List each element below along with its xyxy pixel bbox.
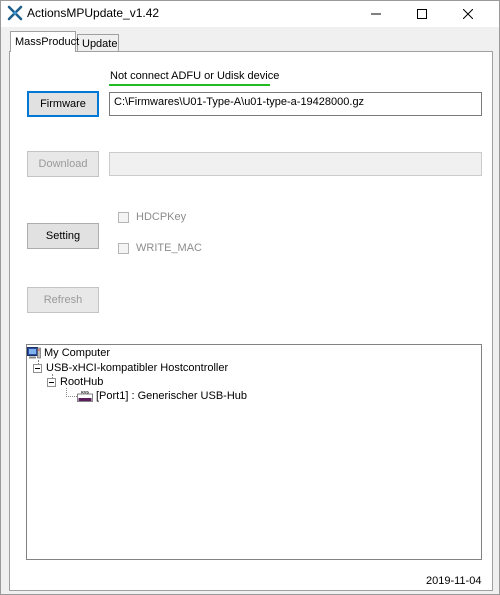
- close-icon: [463, 9, 473, 19]
- tab-update[interactable]: Update: [77, 34, 119, 52]
- tree-item-my-computer[interactable]: My Computer: [27, 346, 110, 360]
- build-date: 2019-11-04: [426, 575, 482, 587]
- svg-text:KVb: KVb: [81, 391, 89, 395]
- computer-icon: [27, 347, 41, 359]
- minimize-icon: [371, 13, 381, 15]
- collapse-toggle-icon[interactable]: [47, 377, 56, 387]
- app-window: ActionsMPUpdate_v1.42 MassProduct Update…: [0, 0, 500, 595]
- hdcpkey-checkbox-box[interactable]: [118, 211, 129, 223]
- window-title: ActionsMPUpdate_v1.42: [27, 6, 160, 20]
- tree-label-my-computer: My Computer: [44, 347, 111, 359]
- download-input[interactable]: [109, 152, 482, 176]
- write-mac-label: WRITE_MAC: [136, 242, 202, 254]
- title-bar[interactable]: ActionsMPUpdate_v1.42: [1, 1, 499, 27]
- tree-connector: [66, 396, 77, 397]
- setting-button[interactable]: Setting: [27, 223, 99, 249]
- tree-item-port1[interactable]: KVb [Port1] : Generischer USB-Hub: [77, 389, 247, 403]
- tab-massproduct[interactable]: MassProduct: [10, 31, 79, 52]
- usb-hub-icon: KVb: [77, 391, 93, 402]
- app-logo-icon: [7, 5, 23, 21]
- tree-label-roothub: RootHub: [60, 376, 104, 388]
- write-mac-checkbox[interactable]: WRITE_MAC: [118, 242, 202, 254]
- device-tree[interactable]: My Computer USB-xHCI-kompatibler Hostcon…: [26, 344, 482, 560]
- device-status-text: Not connect ADFU or Udisk device: [110, 70, 280, 82]
- firmware-button[interactable]: Firmware: [27, 91, 99, 117]
- status-underline: [109, 84, 270, 86]
- hdcpkey-checkbox[interactable]: HDCPKey: [118, 211, 186, 223]
- firmware-path-input[interactable]: C:\Firmwares\U01-Type-A\u01-type-a-19428…: [109, 92, 482, 116]
- collapse-toggle-icon[interactable]: [33, 363, 42, 373]
- tree-item-host-controller[interactable]: USB-xHCI-kompatibler Hostcontroller: [33, 361, 228, 375]
- maximize-button[interactable]: [399, 1, 445, 27]
- download-button[interactable]: Download: [27, 151, 99, 177]
- minimize-button[interactable]: [353, 1, 399, 27]
- massproduct-panel: Not connect ADFU or Udisk device Firmwar…: [9, 51, 493, 591]
- refresh-button[interactable]: Refresh: [27, 287, 99, 313]
- close-button[interactable]: [445, 1, 491, 27]
- tree-item-roothub[interactable]: RootHub: [47, 375, 103, 389]
- tree-label-host-controller: USB-xHCI-kompatibler Hostcontroller: [46, 362, 229, 374]
- tree-label-port1: [Port1] : Generischer USB-Hub: [96, 390, 248, 402]
- write-mac-checkbox-box[interactable]: [118, 242, 129, 254]
- maximize-icon: [417, 9, 427, 19]
- hdcpkey-label: HDCPKey: [136, 211, 187, 223]
